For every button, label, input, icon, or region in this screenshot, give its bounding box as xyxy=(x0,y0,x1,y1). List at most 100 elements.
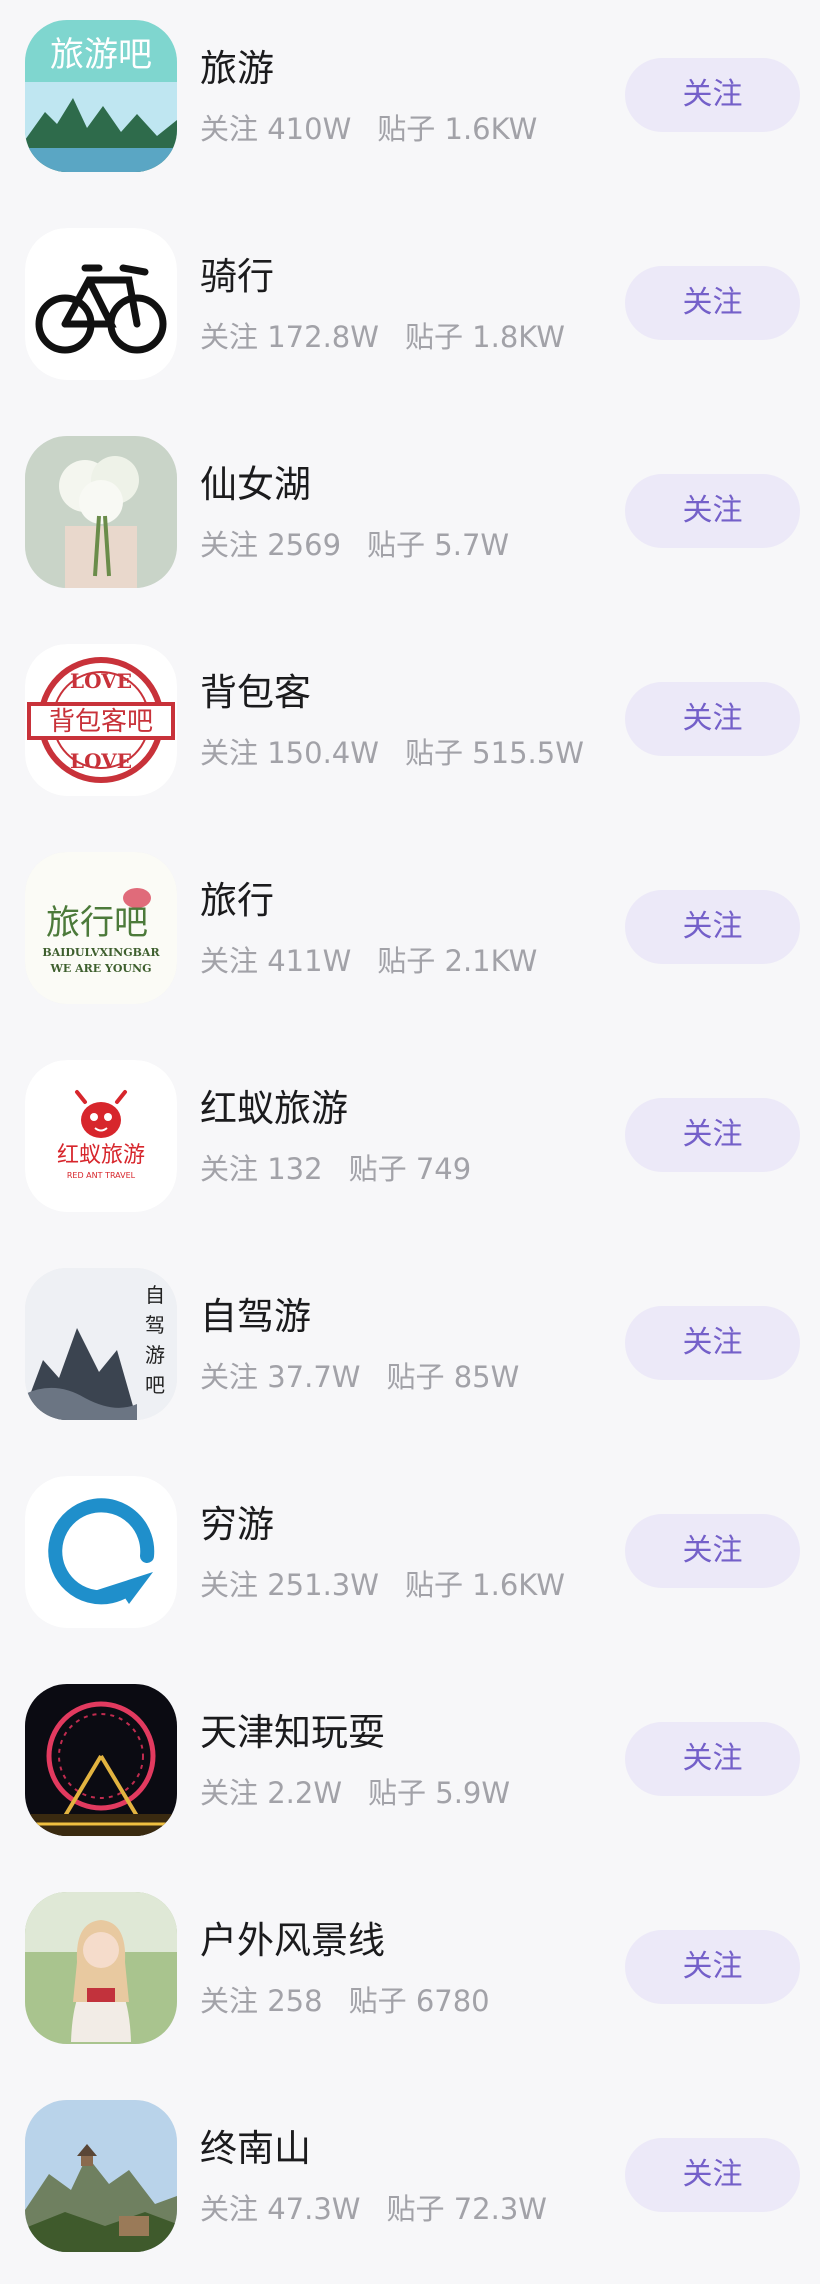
flower-bouquet-photo-icon xyxy=(25,436,177,588)
svg-text:背包客吧: 背包客吧 xyxy=(49,707,153,737)
forum-row-qixing[interactable]: 骑行 关注 172.8W 贴子 1.8KW 关注 xyxy=(0,208,820,416)
posts-count: 515.5W xyxy=(472,736,584,770)
follows-count: 258 xyxy=(267,1984,323,2018)
forum-name: 天津知玩耍 xyxy=(200,1711,385,1754)
follows-count: 37.7W xyxy=(267,1360,361,1394)
posts-count: 6780 xyxy=(415,1984,490,2018)
backpacker-stamp-logo-icon: LOVE 背包客吧 LOVE xyxy=(25,644,177,796)
travel-bar-calligraphy-logo-icon: 旅行吧 BAIDULVXINGBAR WE ARE YOUNG xyxy=(25,852,177,1004)
forum-avatar[interactable] xyxy=(25,1892,177,2044)
posts-prefix: 贴子 xyxy=(377,944,436,978)
forum-row-zijiayou[interactable]: 自 驾 游 吧 自驾游 关注 37.7W 贴子 85W 关注 xyxy=(0,1248,820,1456)
posts-count: 1.8KW xyxy=(472,320,565,354)
svg-text:旅游吧: 旅游吧 xyxy=(50,35,152,75)
follows-prefix: 关注 xyxy=(200,1568,259,1602)
follow-button[interactable]: 关注 xyxy=(625,266,800,340)
posts-prefix: 贴子 xyxy=(386,2192,445,2226)
posts-count: 5.9W xyxy=(435,1776,511,1810)
mountain-ink-painting-icon: 自 驾 游 吧 xyxy=(25,1268,177,1420)
forum-avatar[interactable]: 旅游吧 xyxy=(25,20,177,172)
svg-text:游: 游 xyxy=(145,1343,165,1367)
follows-count: 150.4W xyxy=(267,736,379,770)
forum-name: 穷游 xyxy=(200,1503,274,1546)
forum-row-qiongyou[interactable]: 穷游 关注 251.3W 贴子 1.6KW 关注 xyxy=(0,1456,820,1664)
follow-button[interactable]: 关注 xyxy=(625,890,800,964)
follows-count: 251.3W xyxy=(267,1568,379,1602)
forum-row-huwai[interactable]: 户外风景线 关注 258 贴子 6780 关注 xyxy=(0,1872,820,2080)
posts-prefix: 贴子 xyxy=(404,320,463,354)
forum-avatar[interactable]: 自 驾 游 吧 xyxy=(25,1268,177,1420)
follows-count: 410W xyxy=(267,112,352,146)
forum-avatar[interactable] xyxy=(25,228,177,380)
follows-prefix: 关注 xyxy=(200,1360,259,1394)
red-ant-logo-icon: 红蚁旅游 RED ANT TRAVEL xyxy=(25,1060,177,1212)
forum-avatar[interactable]: 红蚁旅游 RED ANT TRAVEL xyxy=(25,1060,177,1212)
svg-text:红蚁旅游: 红蚁旅游 xyxy=(57,1143,145,1168)
qyer-logo-icon xyxy=(25,1476,177,1628)
follow-button[interactable]: 关注 xyxy=(625,1306,800,1380)
travel-bar-logo-icon: 旅游吧 xyxy=(25,20,177,172)
svg-text:驾: 驾 xyxy=(145,1313,165,1337)
posts-count: 72.3W xyxy=(453,2192,547,2226)
posts-prefix: 贴子 xyxy=(404,1568,463,1602)
posts-prefix: 贴子 xyxy=(386,1360,445,1394)
forum-stats: 关注 2.2W 贴子 5.9W xyxy=(200,1770,510,1812)
follows-prefix: 关注 xyxy=(200,2192,259,2226)
forum-name: 旅行 xyxy=(200,879,274,922)
svg-text:旅行吧: 旅行吧 xyxy=(46,903,148,943)
posts-count: 1.6KW xyxy=(472,1568,565,1602)
follow-button[interactable]: 关注 xyxy=(625,1514,800,1588)
follow-button[interactable]: 关注 xyxy=(625,682,800,756)
follows-prefix: 关注 xyxy=(200,320,259,354)
forum-avatar[interactable] xyxy=(25,1476,177,1628)
follows-prefix: 关注 xyxy=(200,944,259,978)
forum-avatar[interactable] xyxy=(25,2100,177,2252)
posts-count: 2.1KW xyxy=(444,944,538,978)
follow-button[interactable]: 关注 xyxy=(625,58,800,132)
forum-name: 自驾游 xyxy=(200,1295,311,1338)
forum-name: 户外风景线 xyxy=(200,1919,385,1962)
follow-button[interactable]: 关注 xyxy=(625,1930,800,2004)
follows-prefix: 关注 xyxy=(200,1776,259,1810)
forum-avatar[interactable]: LOVE 背包客吧 LOVE xyxy=(25,644,177,796)
forum-stats: 关注 47.3W 贴子 72.3W xyxy=(200,2186,547,2228)
follow-button[interactable]: 关注 xyxy=(625,1722,800,1796)
forum-name: 骑行 xyxy=(200,255,274,298)
follows-count: 172.8W xyxy=(267,320,379,354)
follow-button[interactable]: 关注 xyxy=(625,2138,800,2212)
forum-name: 红蚁旅游 xyxy=(200,1087,348,1130)
forum-name: 背包客 xyxy=(200,671,311,714)
follows-count: 132 xyxy=(267,1152,323,1186)
portrait-photo-icon xyxy=(25,1892,177,2044)
forum-row-beibaoke[interactable]: LOVE 背包客吧 LOVE 背包客 关注 150.4W 贴子 515.5W 关注 xyxy=(0,624,820,832)
forum-avatar[interactable] xyxy=(25,1684,177,1836)
forum-row-tianjin[interactable]: 天津知玩耍 关注 2.2W 贴子 5.9W 关注 xyxy=(0,1664,820,1872)
forum-row-xiannvhu[interactable]: 仙女湖 关注 2569 贴子 5.7W 关注 xyxy=(0,416,820,624)
follows-prefix: 关注 xyxy=(200,528,259,562)
forum-row-hongyi[interactable]: 红蚁旅游 RED ANT TRAVEL 红蚁旅游 关注 132 贴子 749 关注 xyxy=(0,1040,820,1248)
forum-row-lvyou[interactable]: 旅游吧 旅游 关注 410W 贴子 1.6KW 关注 xyxy=(0,0,820,208)
posts-count: 749 xyxy=(415,1152,472,1186)
follow-button[interactable]: 关注 xyxy=(625,474,800,548)
forum-row-zhongnanshan[interactable]: 终南山 关注 47.3W 贴子 72.3W 关注 xyxy=(0,2080,820,2284)
forum-stats: 关注 2569 贴子 5.7W xyxy=(200,522,509,564)
forum-stats: 关注 172.8W 贴子 1.8KW xyxy=(200,314,565,356)
follow-button[interactable]: 关注 xyxy=(625,1098,800,1172)
svg-text:WE ARE YOUNG: WE ARE YOUNG xyxy=(50,962,152,975)
follows-count: 2569 xyxy=(267,528,342,562)
forum-avatar[interactable]: 旅行吧 BAIDULVXINGBAR WE ARE YOUNG xyxy=(25,852,177,1004)
posts-count: 5.7W xyxy=(434,528,510,562)
svg-text:吧: 吧 xyxy=(145,1373,165,1397)
forum-avatar[interactable] xyxy=(25,436,177,588)
posts-prefix: 贴子 xyxy=(367,528,426,562)
forum-stats: 关注 411W 贴子 2.1KW xyxy=(200,938,537,980)
posts-prefix: 贴子 xyxy=(348,1152,407,1186)
forum-list: 旅游吧 旅游 关注 410W 贴子 1.6KW 关注 骑行 关注 172.8W 贴子… xyxy=(0,0,820,2284)
forum-name: 旅游 xyxy=(200,47,274,90)
posts-prefix: 贴子 xyxy=(348,1984,407,2018)
follows-count: 411W xyxy=(267,944,352,978)
forum-stats: 关注 258 贴子 6780 xyxy=(200,1978,490,2020)
forum-row-lvxing[interactable]: 旅行吧 BAIDULVXINGBAR WE ARE YOUNG 旅行 关注 41… xyxy=(0,832,820,1040)
forum-stats: 关注 132 贴子 749 xyxy=(200,1146,471,1188)
forum-name: 终南山 xyxy=(200,2127,311,2170)
